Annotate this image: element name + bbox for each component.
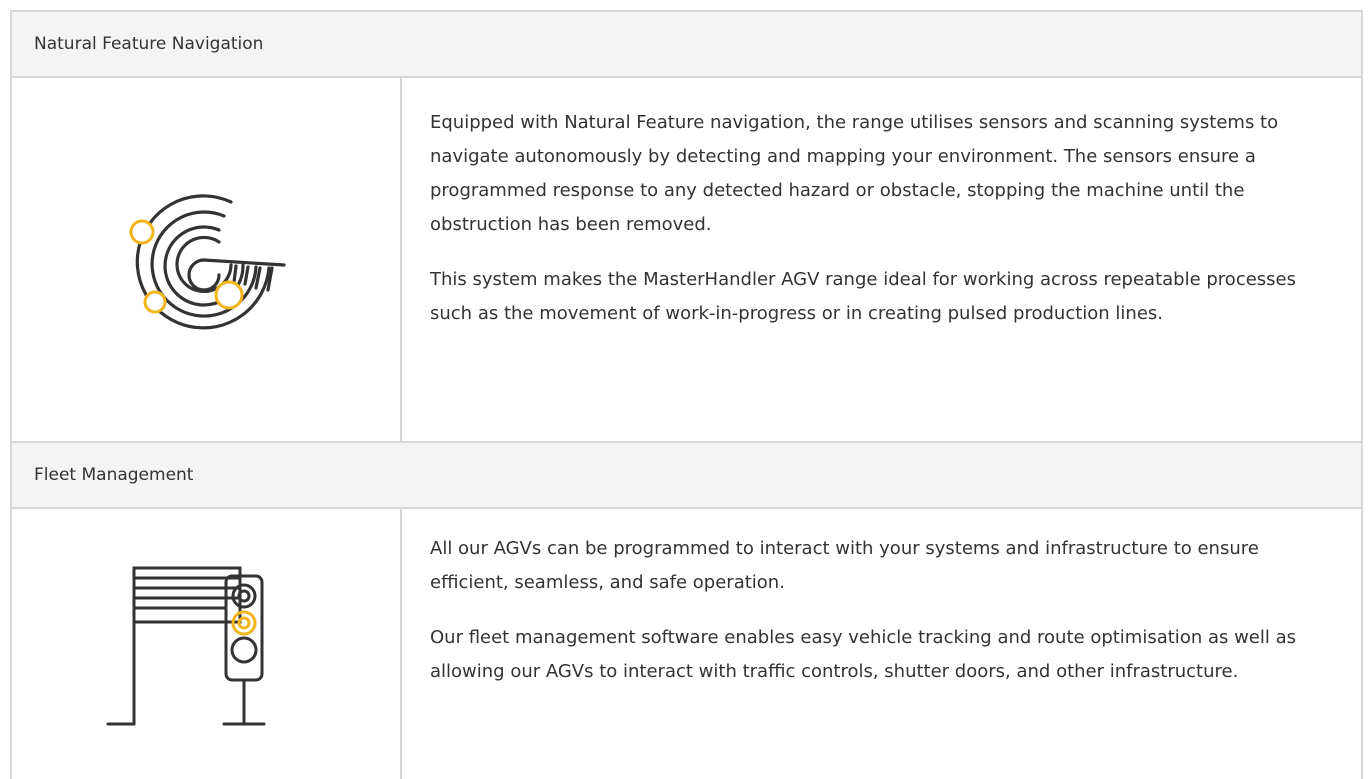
- paragraph: All our AGVs can be programmed to intera…: [430, 538, 1259, 593]
- paragraph: Equipped with Natural Feature navigation…: [430, 112, 1279, 235]
- icon-cell: [12, 78, 402, 441]
- features-table: Natural Feature Navigation Equipped with…: [10, 10, 1363, 779]
- section-body-natural-feature-navigation: Equipped with Natural Feature navigation…: [12, 78, 1361, 441]
- section-header-fleet-management: Fleet Management: [12, 441, 1361, 509]
- icon-cell: [12, 509, 402, 779]
- description: Equipped with Natural Feature navigation…: [402, 78, 1361, 441]
- section-body-fleet-management: All our AGVs can be programmed to intera…: [12, 509, 1361, 779]
- section-title: Fleet Management: [34, 465, 194, 485]
- radar-scan-icon: [129, 193, 286, 329]
- description: All our AGVs can be programmed to intera…: [402, 509, 1361, 779]
- section-title: Natural Feature Navigation: [34, 34, 264, 54]
- shutter-door-traffic-light-icon: [106, 566, 266, 726]
- paragraph: This system makes the MasterHandler AGV …: [430, 269, 1296, 324]
- paragraph: Our fleet management software enables ea…: [430, 627, 1297, 682]
- section-header-natural-feature-navigation: Natural Feature Navigation: [12, 10, 1361, 78]
